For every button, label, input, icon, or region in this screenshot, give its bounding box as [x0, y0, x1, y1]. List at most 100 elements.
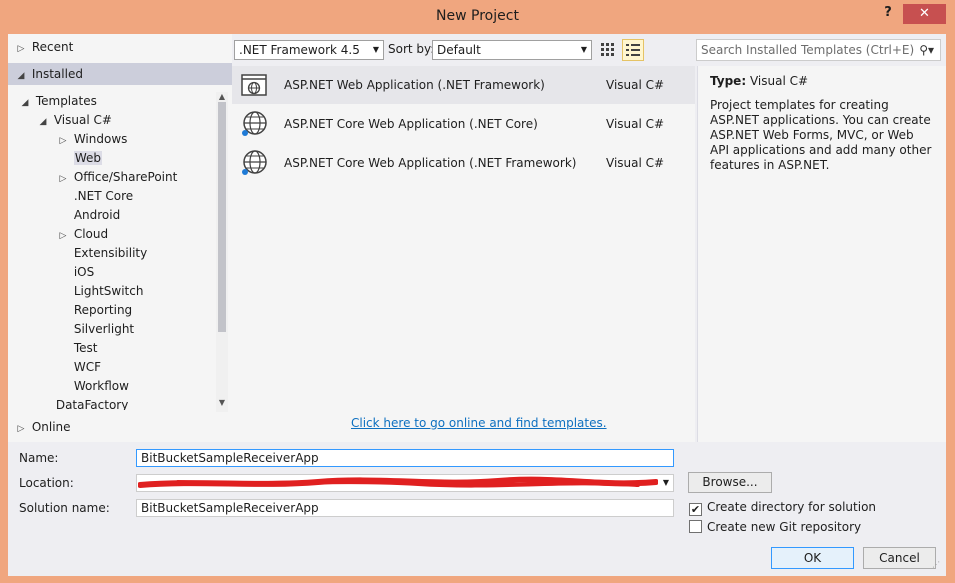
search-icon[interactable]: ⚲▾ — [919, 40, 934, 60]
expand-arrow-icon: ▷ — [17, 44, 25, 54]
tree-item-label: Templates — [35, 94, 97, 108]
framework-dropdown[interactable]: .NET Framework 4.5 ▼ — [234, 40, 384, 60]
tree-item-label: .NET Core — [73, 189, 134, 203]
dialog-title: New Project — [436, 8, 519, 24]
search-placeholder: Search Installed Templates (Ctrl+E) — [701, 43, 915, 57]
tree-item-net-core[interactable]: .NET Core — [56, 187, 133, 206]
create-directory-label: Create directory for solution — [707, 500, 877, 514]
template-item[interactable]: ASP.NET Core Web Application (.NET Core)… — [232, 105, 695, 143]
chevron-down-icon: ▼ — [580, 45, 587, 54]
template-name: ASP.NET Web Application (.NET Framework) — [284, 78, 545, 92]
cancel-button[interactable]: Cancel — [863, 547, 936, 569]
tree-item-templates[interactable]: ◢ Templates — [18, 92, 97, 111]
chevron-down-icon: ▼ — [662, 478, 669, 487]
tree-item-workflow[interactable]: Workflow — [56, 377, 129, 396]
tree-item-label: iOS — [73, 265, 95, 279]
tree-item-reporting[interactable]: Reporting — [56, 301, 132, 320]
title-bar[interactable]: New Project ? ✕ — [0, 0, 955, 34]
sort-by-label: Sort by: — [388, 42, 435, 56]
nav-installed-label: Installed — [31, 67, 83, 81]
tree-item-lightswitch[interactable]: LightSwitch — [56, 282, 144, 301]
tree-item-wcf[interactable]: WCF — [56, 358, 101, 377]
tree-item-silverlight[interactable]: Silverlight — [56, 320, 134, 339]
scroll-down-icon[interactable]: ▼ — [216, 398, 228, 412]
template-tree: ◢ Templates ◢ Visual C# ▷ Windows Web ▷ — [8, 92, 216, 410]
tree-item-label: Web — [73, 151, 102, 165]
globe-icon — [242, 111, 267, 136]
tree-item-office-sharepoint[interactable]: ▷ Office/SharePoint — [56, 168, 178, 187]
tree-item-cloud[interactable]: ▷ Cloud — [56, 225, 109, 244]
description-type: Type: Visual C# — [710, 74, 934, 88]
resize-grip-icon[interactable]: ⋰ — [932, 560, 944, 572]
list-view-button[interactable] — [622, 39, 644, 61]
tree-item-ios[interactable]: iOS — [56, 263, 94, 282]
help-button[interactable]: ? — [878, 5, 898, 23]
create-git-label: Create new Git repository — [707, 520, 862, 534]
tree-item-label: Workflow — [73, 379, 129, 393]
template-language: Visual C# — [606, 117, 665, 131]
sort-dropdown[interactable]: Default ▼ — [432, 40, 592, 60]
template-item[interactable]: ASP.NET Core Web Application (.NET Frame… — [232, 144, 695, 182]
browse-button[interactable]: Browse... — [688, 472, 772, 493]
template-list: ASP.NET Web Application (.NET Framework)… — [232, 66, 695, 442]
collapse-arrow-icon: ◢ — [39, 117, 47, 127]
tree-item-web[interactable]: Web — [56, 149, 102, 168]
list-view-icon — [626, 44, 640, 56]
solution-name-label: Solution name: — [19, 501, 110, 515]
tree-item-label: Extensibility — [73, 246, 148, 260]
tree-item-label: Test — [73, 341, 98, 355]
tree-item-label: Cloud — [73, 227, 109, 241]
tree-item-label: Office/SharePoint — [73, 170, 178, 184]
tree-item-label: WCF — [73, 360, 101, 374]
search-templates-input[interactable]: Search Installed Templates (Ctrl+E) ⚲▾ — [696, 39, 941, 61]
create-git-checkbox[interactable] — [689, 520, 702, 533]
tree-scrollbar[interactable]: ▲ ▼ — [216, 92, 228, 412]
tree-item-android[interactable]: Android — [56, 206, 120, 225]
tree-item-label: Visual C# — [53, 113, 112, 127]
nav-online[interactable]: ▷ Online — [8, 416, 232, 438]
collapse-arrow-icon: ◢ — [17, 71, 25, 81]
tree-item-datafactory[interactable]: DataFactory — [38, 396, 129, 410]
sort-value: Default — [437, 43, 481, 57]
description-text: Project templates for creating ASP.NET a… — [710, 98, 932, 172]
tree-item-extensibility[interactable]: Extensibility — [56, 244, 147, 263]
ok-button[interactable]: OK — [771, 547, 854, 569]
name-label: Name: — [19, 451, 59, 465]
tree-item-windows[interactable]: ▷ Windows — [56, 130, 128, 149]
tree-item-label: Reporting — [73, 303, 133, 317]
tree-item-test[interactable]: Test — [56, 339, 98, 358]
type-label: Type: — [710, 74, 747, 88]
tree-item-label: Android — [73, 208, 121, 222]
small-icons-view-button[interactable] — [598, 40, 618, 60]
framework-value: .NET Framework 4.5 — [239, 43, 360, 57]
nav-recent[interactable]: ▷ Recent — [8, 36, 232, 58]
scrollbar-thumb[interactable] — [218, 102, 226, 332]
find-online-templates-link[interactable]: Click here to go online and find templat… — [351, 416, 607, 430]
close-button[interactable]: ✕ — [903, 4, 946, 24]
new-project-dialog: New Project ? ✕ ▷ Recent ◢ Installed ◢ T… — [0, 0, 955, 583]
tree-item-label: Silverlight — [73, 322, 135, 336]
web-app-icon — [241, 74, 267, 96]
template-language: Visual C# — [606, 156, 665, 170]
create-directory-option[interactable]: ✔ Create directory for solution — [689, 500, 876, 516]
tree-item-visual-csharp[interactable]: ◢ Visual C# — [36, 111, 112, 130]
template-name: ASP.NET Core Web Application (.NET Core) — [284, 117, 538, 131]
nav-online-label: Online — [31, 420, 71, 434]
create-git-option[interactable]: Create new Git repository — [689, 520, 861, 534]
location-label: Location: — [19, 476, 74, 490]
globe-icon — [242, 150, 267, 175]
tree-item-label: DataFactory — [55, 398, 129, 410]
nav-installed[interactable]: ◢ Installed — [8, 63, 232, 85]
location-combobox[interactable]: ▼ — [136, 474, 674, 492]
template-item[interactable]: ASP.NET Web Application (.NET Framework)… — [232, 66, 695, 104]
project-name-input[interactable]: BitBucketSampleReceiverApp — [136, 449, 674, 467]
expand-arrow-icon: ▷ — [17, 424, 25, 434]
template-description-pane: Type: Visual C# Project templates for cr… — [697, 66, 946, 442]
dialog-body: ▷ Recent ◢ Installed ◢ Templates ◢ Visua… — [8, 34, 946, 576]
create-directory-checkbox[interactable]: ✔ — [689, 503, 702, 516]
tree-item-label: LightSwitch — [73, 284, 144, 298]
collapse-arrow-icon: ◢ — [21, 98, 29, 108]
left-navigation-pane: ▷ Recent ◢ Installed ◢ Templates ◢ Visua… — [8, 34, 232, 442]
type-value: Visual C# — [749, 74, 809, 88]
solution-name-input[interactable]: BitBucketSampleReceiverApp — [136, 499, 674, 517]
